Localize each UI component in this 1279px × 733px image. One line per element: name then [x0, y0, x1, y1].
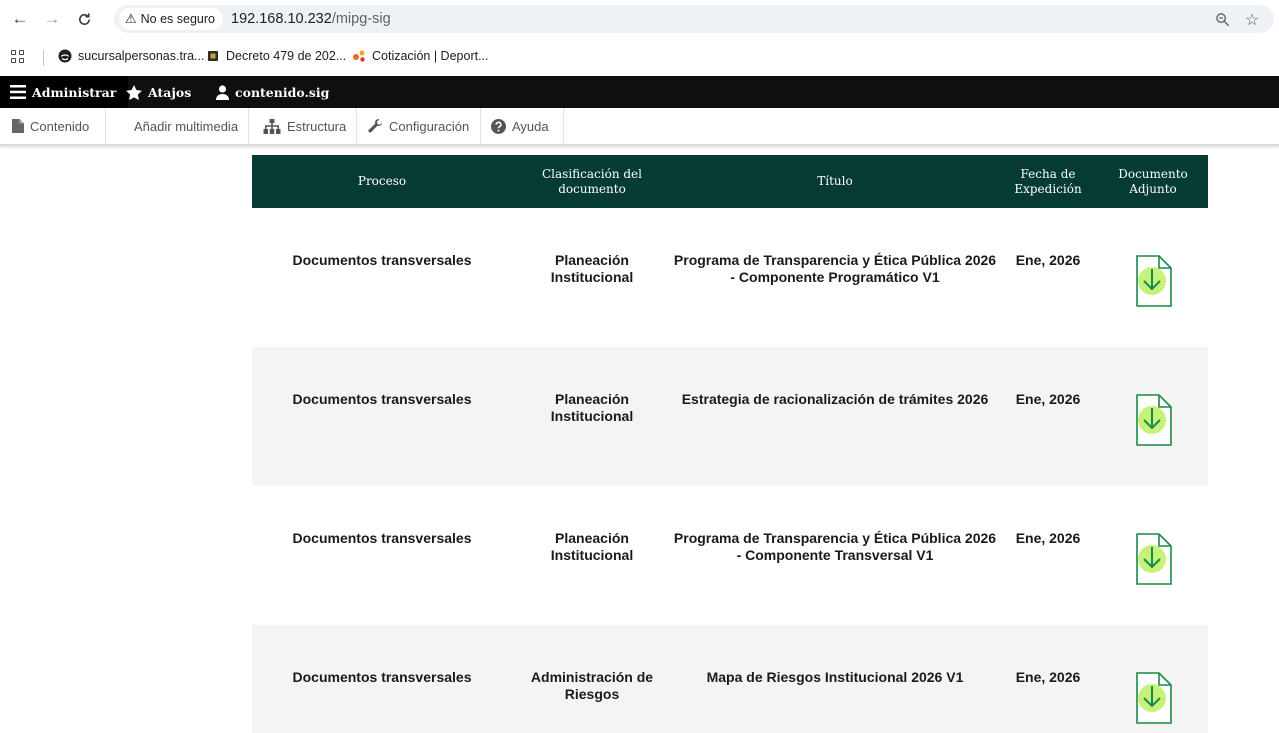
cell-titulo: Estrategia de racionalización de trámite…: [672, 347, 998, 486]
tray-item-estructura[interactable]: Estructura: [249, 108, 357, 144]
apps-grid-icon[interactable]: [11, 50, 25, 64]
back-icon[interactable]: ←: [8, 7, 32, 31]
tray-item-label: Ayuda: [512, 118, 549, 134]
star-icon[interactable]: ☆: [1245, 10, 1259, 30]
cell-proceso: Documentos transversales: [292, 530, 472, 546]
table-row: Documentos transversales Planeación Inst…: [252, 347, 1208, 486]
bookmark-sucursal[interactable]: sucursalpersonas.tra...: [58, 49, 204, 63]
tray-item-ayuda[interactable]: Ayuda: [481, 108, 564, 144]
wrench-icon: [367, 118, 383, 134]
bookmark-label: sucursalpersonas.tra...: [78, 49, 205, 63]
toolbar-user[interactable]: contenido.sig: [216, 76, 329, 108]
bookmark-decreto[interactable]: Decreto 479 de 202...: [206, 49, 346, 63]
tray-item-anadir-multimedia[interactable]: Añadir multimedia: [106, 108, 249, 144]
bookmark-cotizacion[interactable]: Cotización | Deport...: [352, 49, 489, 63]
url-path: /mipg-sig: [331, 11, 391, 27]
seal-icon: [206, 49, 220, 63]
forward-icon[interactable]: →: [40, 7, 64, 31]
admin-toolbar: Administrar Atajos contenido.sig: [0, 76, 1279, 108]
cell-titulo: Mapa de Riesgos Institucional 2026 V1: [672, 625, 998, 733]
toolbar-shortcuts-label: Atajos: [148, 84, 192, 100]
table-header-row: Proceso Clasificación del documento Títu…: [252, 155, 1208, 208]
table-row: Documentos transversales Planeación Inst…: [252, 486, 1208, 625]
header-fecha: Fecha de Expedición: [998, 155, 1098, 208]
warning-icon: ⚠: [125, 11, 137, 26]
cell-proceso: Documentos transversales: [292, 252, 472, 268]
reload-icon[interactable]: [72, 7, 96, 31]
toolbar-manage-label: Administrar: [32, 84, 117, 100]
toolbar-shortcuts[interactable]: Atajos: [126, 76, 191, 108]
bookmark-label: Decreto 479 de 202...: [226, 49, 347, 63]
cell-proceso: Documentos transversales: [252, 347, 512, 486]
bookmarks-bar: sucursalpersonas.tra... Decreto 479 de 2…: [0, 38, 1279, 76]
browser-address-bar: ← → ⚠ No es seguro 192.168.10.232/mipg-s…: [0, 0, 1279, 38]
tray-item-label: Configuración: [389, 118, 470, 134]
header-proceso: Proceso: [252, 155, 512, 208]
url-host: 192.168.10.232: [231, 11, 332, 27]
header-titulo: Título: [672, 155, 998, 208]
cell-fecha: Ene, 2026: [1015, 530, 1081, 546]
header-documento: Documento Adjunto: [1098, 155, 1208, 208]
globe-icon: [58, 49, 72, 63]
sitemap-icon: [263, 118, 281, 134]
bookmark-label: Cotización | Deport...: [372, 49, 489, 63]
dots-icon: [352, 49, 366, 63]
cell-documento: [1098, 486, 1208, 625]
download-document-icon[interactable]: [1133, 532, 1173, 590]
header-clasificacion: Clasificación del documento: [512, 155, 672, 208]
bookmarks-separator: [43, 50, 44, 66]
url-text[interactable]: 192.168.10.232/mipg-sig: [231, 11, 391, 27]
user-icon: [216, 84, 229, 100]
cell-clasificacion: Planeación Institucional: [550, 530, 634, 563]
tray-item-label: Añadir multimedia: [134, 118, 239, 134]
cell-fecha: Ene, 2026: [998, 625, 1098, 733]
toolbar-manage[interactable]: Administrar: [0, 76, 129, 108]
cell-documento: [1098, 347, 1208, 486]
omnibox[interactable]: ⚠ No es seguro 192.168.10.232/mipg-sig ☆: [114, 5, 1274, 33]
cell-titulo: Programa de Transparencia y Ética Públic…: [673, 252, 997, 285]
cell-clasificacion: Administración de Riesgos: [512, 625, 672, 733]
menu-icon: [10, 85, 26, 99]
star-icon: [126, 84, 142, 100]
table-row: Documentos transversales Planeación Inst…: [252, 208, 1208, 347]
security-chip[interactable]: ⚠ No es seguro: [119, 8, 224, 30]
help-icon: [491, 118, 506, 134]
admin-tray: Contenido Añadir multimedia Estructura C…: [0, 108, 1279, 146]
zoom-icon[interactable]: [1215, 12, 1230, 31]
tray-item-contenido[interactable]: Contenido: [0, 108, 106, 144]
cell-fecha: Ene, 2026: [998, 347, 1098, 486]
tray-item-configuracion[interactable]: Configuración: [357, 108, 481, 144]
toolbar-user-label: contenido.sig: [235, 84, 330, 100]
table-row: Documentos transversales Administración …: [252, 625, 1208, 733]
cell-documento: [1098, 625, 1208, 733]
cell-documento: [1098, 208, 1208, 347]
tray-item-label: Estructura: [287, 118, 347, 134]
cell-proceso: Documentos transversales: [252, 625, 512, 733]
file-icon: [12, 119, 24, 133]
cell-titulo: Programa de Transparencia y Ética Públic…: [673, 530, 997, 563]
security-label: No es seguro: [140, 12, 216, 26]
cell-fecha: Ene, 2026: [1015, 252, 1081, 268]
download-document-icon[interactable]: [1133, 393, 1173, 451]
cell-clasificacion: Planeación Institucional: [512, 347, 672, 486]
download-document-icon[interactable]: [1133, 671, 1173, 729]
tray-item-label: Contenido: [30, 118, 90, 134]
download-document-icon[interactable]: [1133, 254, 1173, 312]
documents-table: Proceso Clasificación del documento Títu…: [252, 155, 1208, 733]
cell-clasificacion: Planeación Institucional: [550, 252, 634, 285]
